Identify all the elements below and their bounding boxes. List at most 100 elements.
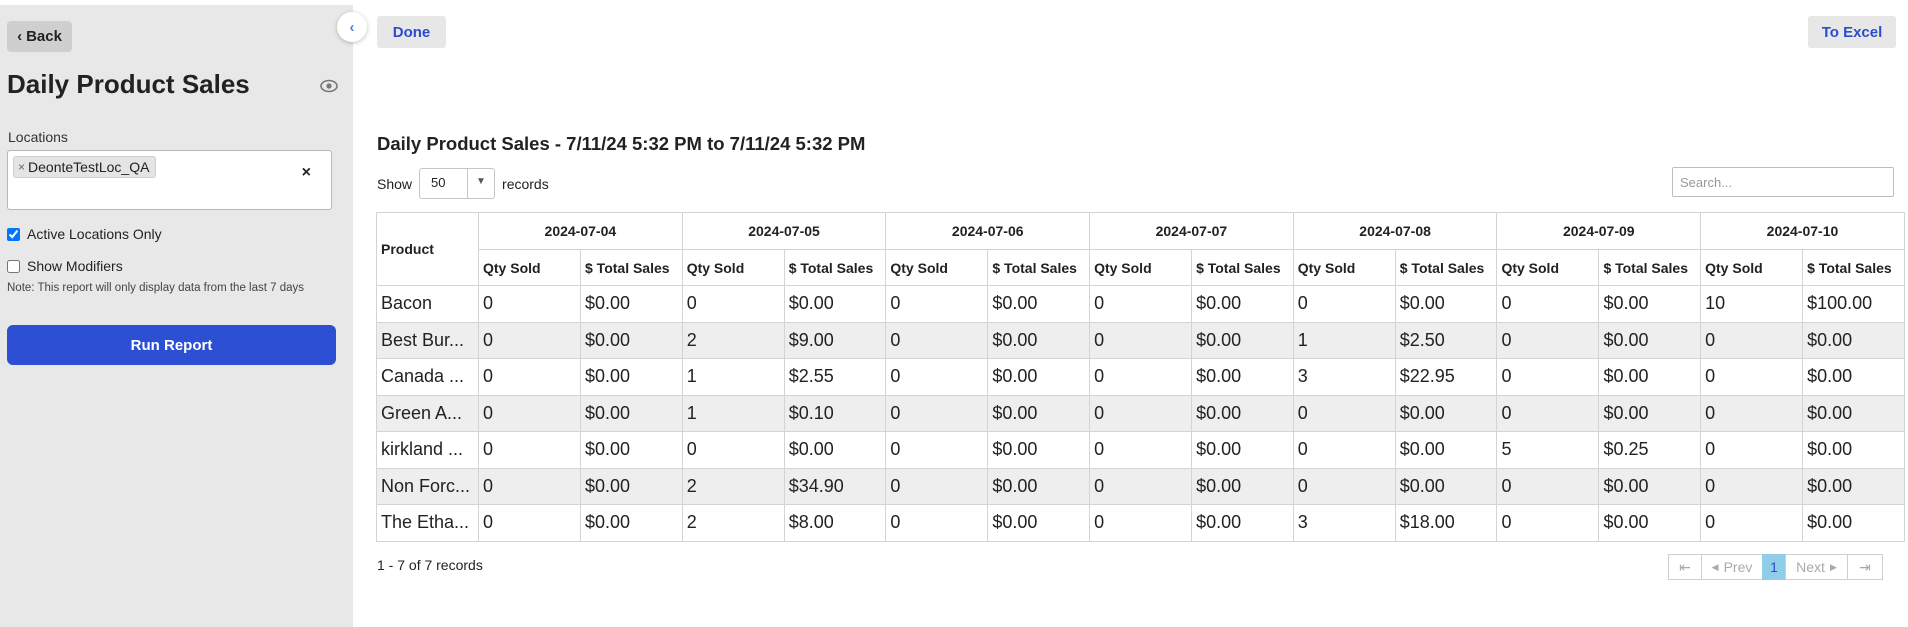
total-sales-header[interactable]: $ Total Sales (783, 249, 887, 286)
product-cell: Bacon (376, 285, 479, 323)
total-sales-cell: $0.00 (783, 285, 887, 323)
total-sales-cell: $0.00 (1394, 285, 1498, 323)
qty-sold-cell: 0 (478, 467, 581, 505)
qty-sold-cell: 0 (1700, 467, 1804, 505)
qty-sold-cell: 0 (1496, 285, 1600, 323)
first-page-icon: ⇤ (1679, 558, 1691, 575)
qty-sold-cell: 0 (478, 431, 581, 469)
clear-selection-icon[interactable]: × (302, 164, 311, 182)
total-sales-header[interactable]: $ Total Sales (1598, 249, 1702, 286)
total-sales-cell: $0.00 (1191, 504, 1294, 542)
total-sales-header[interactable]: $ Total Sales (1394, 249, 1498, 286)
done-button[interactable]: Done (377, 16, 446, 48)
qty-sold-header[interactable]: Qty Sold (681, 249, 785, 286)
show-modifiers-checkbox[interactable] (7, 259, 20, 273)
total-sales-cell: $0.00 (1191, 321, 1294, 359)
active-locations-label: Active Locations Only (27, 226, 162, 242)
total-sales-cell: $0.25 (1598, 431, 1702, 469)
active-locations-checkbox[interactable] (7, 227, 20, 241)
date-header[interactable]: 2024-07-07 (1089, 212, 1294, 250)
total-sales-header[interactable]: $ Total Sales (987, 249, 1091, 286)
qty-sold-cell: 0 (1292, 431, 1396, 469)
qty-sold-cell: 1 (681, 394, 785, 432)
qty-sold-cell: 0 (885, 285, 989, 323)
report-title: Daily Product Sales - 7/11/24 5:32 PM to… (377, 133, 866, 154)
qty-sold-cell: 1 (1292, 321, 1396, 359)
qty-sold-cell: 0 (885, 467, 989, 505)
date-header[interactable]: 2024-07-04 (478, 212, 683, 250)
qty-sold-cell: 0 (681, 285, 785, 323)
qty-sold-cell: 0 (1496, 394, 1600, 432)
product-cell: Green A... (376, 394, 479, 432)
total-sales-header[interactable]: $ Total Sales (1802, 249, 1905, 286)
qty-sold-header[interactable]: Qty Sold (1292, 249, 1396, 286)
select-divider (467, 169, 469, 198)
locations-multiselect[interactable]: × DeonteTestLoc_QA × (7, 150, 332, 210)
qty-sold-cell: 0 (478, 504, 581, 542)
total-sales-cell: $0.00 (1598, 321, 1702, 359)
date-header[interactable]: 2024-07-09 (1496, 212, 1702, 250)
qty-sold-header[interactable]: Qty Sold (478, 249, 581, 286)
page-button-current[interactable]: 1 (1762, 554, 1786, 580)
total-sales-cell: $0.00 (580, 321, 683, 359)
qty-sold-cell: 0 (1700, 431, 1804, 469)
run-report-button[interactable]: Run Report (7, 325, 336, 365)
qty-sold-cell: 2 (681, 467, 785, 505)
table-header: Product 2024-07-04 2024-07-05 2024-07-06 20… (376, 212, 1905, 286)
qty-sold-cell: 0 (1089, 504, 1193, 542)
total-sales-header[interactable]: $ Total Sales (580, 249, 683, 286)
to-excel-button[interactable]: To Excel (1808, 16, 1896, 48)
total-sales-cell: $0.00 (783, 431, 887, 469)
records-info: 1 - 7 of 7 records (377, 557, 483, 573)
total-sales-cell: $0.00 (987, 467, 1091, 505)
product-header[interactable]: Product (376, 212, 479, 286)
qty-sold-header[interactable]: Qty Sold (1496, 249, 1600, 286)
last-page-icon: ⇥ (1859, 558, 1871, 575)
records-label: records (502, 175, 549, 192)
qty-sold-header[interactable]: Qty Sold (1089, 249, 1193, 286)
eye-icon[interactable] (320, 79, 338, 93)
prev-page-button[interactable]: ◀ Prev (1701, 554, 1763, 580)
back-button[interactable]: ‹ Back (7, 21, 72, 52)
table-row: Best Bur... 0 $0.00 2 $9.00 0 $0.00 0 $0.00 1 $2.5… (376, 321, 1905, 359)
next-label: Next (1796, 559, 1825, 575)
sales-table: Product 2024-07-04 2024-07-05 2024-07-06 20… (376, 212, 1905, 542)
date-header[interactable]: 2024-07-06 (885, 212, 1091, 250)
total-sales-cell: $0.00 (1191, 358, 1294, 396)
date-header[interactable]: 2024-07-08 (1292, 212, 1498, 250)
total-sales-cell: $0.00 (1598, 394, 1702, 432)
total-sales-cell: $0.00 (1802, 394, 1905, 432)
qty-sold-header[interactable]: Qty Sold (1700, 249, 1804, 286)
qty-sold-cell: 0 (1496, 504, 1600, 542)
page-length-select[interactable]: 50 ▼ (419, 168, 496, 199)
table-row: Canada ... 0 $0.00 1 $2.55 0 $0.00 0 $0.00 3 $22.9… (376, 358, 1905, 396)
search-input[interactable] (1672, 167, 1894, 197)
qty-sold-cell: 0 (1292, 285, 1396, 323)
product-cell: The Etha... (376, 504, 479, 542)
total-sales-cell: $0.00 (987, 504, 1091, 542)
total-sales-header[interactable]: $ Total Sales (1191, 249, 1294, 286)
date-range-note: Note: This report will only display data… (7, 282, 305, 294)
qty-sold-cell: 0 (1700, 504, 1804, 542)
show-label: Show (377, 175, 413, 192)
date-header[interactable]: 2024-07-10 (1700, 212, 1905, 250)
total-sales-cell: $0.00 (987, 358, 1091, 396)
total-sales-cell: $0.00 (987, 285, 1091, 323)
qty-sold-cell: 0 (1089, 358, 1193, 396)
date-header[interactable]: 2024-07-05 (681, 212, 887, 250)
page-length-control: Show 50 ▼ records (377, 168, 549, 199)
qty-sold-cell: 0 (1089, 394, 1193, 432)
next-page-button[interactable]: Next ▶ (1785, 554, 1848, 580)
total-sales-cell: $18.00 (1394, 504, 1498, 542)
qty-sold-header[interactable]: Qty Sold (885, 249, 989, 286)
total-sales-cell: $0.00 (1191, 394, 1294, 432)
remove-tag-icon[interactable]: × (18, 160, 25, 174)
total-sales-cell: $0.00 (580, 467, 683, 505)
first-page-button[interactable]: ⇤ (1668, 554, 1702, 580)
sidebar: ‹ Back Daily Product Sales Locations × D… (0, 0, 353, 627)
last-page-button[interactable]: ⇥ (1847, 554, 1883, 580)
total-sales-cell: $0.00 (1598, 358, 1702, 396)
qty-sold-cell: 0 (1089, 321, 1193, 359)
total-sales-cell: $0.00 (580, 394, 683, 432)
qty-sold-cell: 2 (681, 504, 785, 542)
